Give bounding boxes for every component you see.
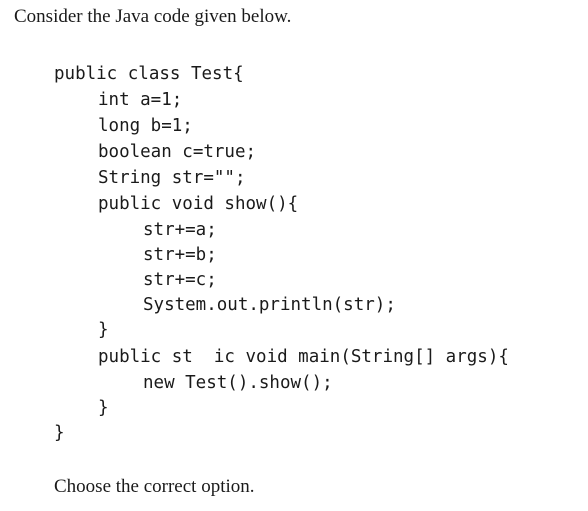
code-line: str+=c;	[143, 270, 217, 290]
code-line: }	[98, 398, 109, 418]
code-line: boolean c=true;	[98, 142, 257, 162]
code-line: long b=1;	[98, 116, 193, 136]
code-line: str+=a;	[143, 220, 217, 240]
code-line: }	[98, 320, 109, 340]
code-line: int a=1;	[98, 90, 183, 110]
code-line: str+=b;	[143, 245, 217, 265]
code-line: String str="";	[98, 168, 246, 188]
code-line: }	[54, 423, 65, 443]
question-prompt: Choose the correct option.	[54, 476, 255, 497]
code-line: System.out.println(str);	[143, 295, 396, 315]
question-intro: Consider the Java code given below.	[14, 6, 292, 27]
code-line: public st ic void main(String[] args){	[98, 347, 509, 367]
code-line: new Test().show();	[143, 373, 333, 393]
code-line: public void show(){	[98, 194, 299, 214]
code-line: public class Test{	[54, 64, 244, 84]
